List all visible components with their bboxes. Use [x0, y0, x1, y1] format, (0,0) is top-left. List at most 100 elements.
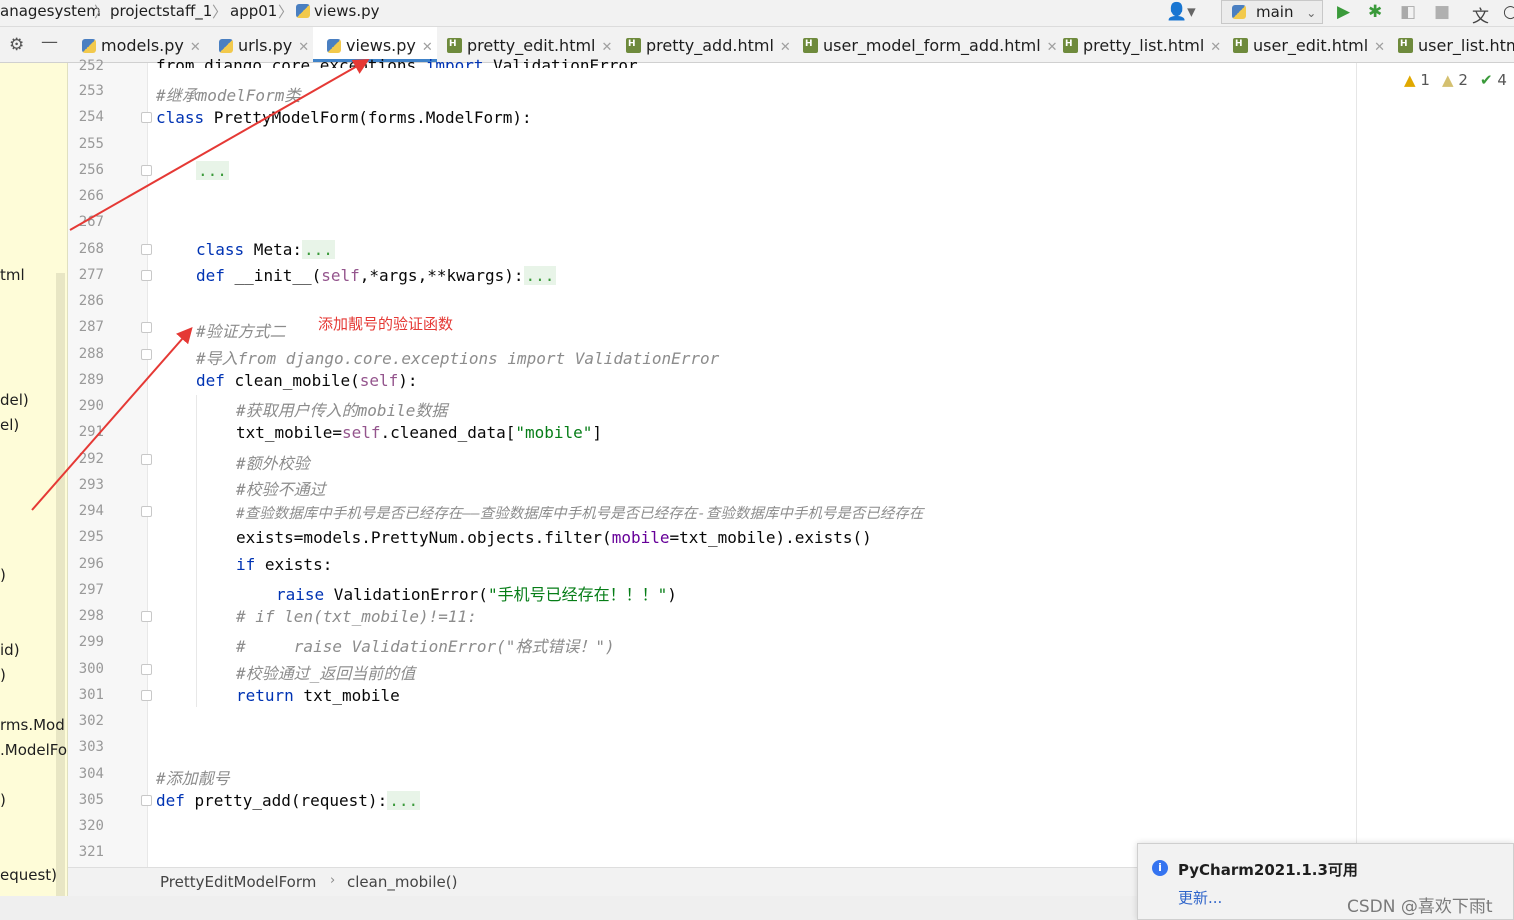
code-line-294[interactable]: #查验数据库中手机号是否已经存在——查验数据库中手机号是否已经存在-查验数据库中… [236, 502, 923, 523]
code-line-268[interactable]: class Meta:... [196, 240, 335, 259]
tab-label: pretty_list.html [1083, 36, 1205, 55]
code-line-291[interactable]: txt_mobile=self.cleaned_data["mobile"] [236, 423, 602, 442]
close-icon[interactable]: ✕ [602, 40, 613, 55]
check-icon: ✔ [1480, 71, 1493, 89]
project-tree-item[interactable]: equest) [0, 866, 57, 884]
code-line-304[interactable]: #添加靓号 [156, 765, 230, 789]
tab-user-list-html[interactable]: user_list.htm [1398, 27, 1514, 62]
run-icon[interactable]: ▶ [1337, 2, 1350, 22]
breadcrumb-app01[interactable]: app01 [230, 2, 277, 20]
breadcrumb-class[interactable]: PrettyEditModelForm [160, 873, 316, 891]
project-tree-item[interactable]: ) [0, 666, 6, 684]
code-line-288[interactable]: #导入from django.core.exceptions import Va… [196, 345, 719, 369]
project-tree-item[interactable]: .ModelFo [0, 741, 67, 759]
breadcrumb-views-py[interactable]: views.py [296, 2, 380, 20]
fold-marker[interactable] [141, 506, 152, 517]
breadcrumb-method[interactable]: clean_mobile() [347, 873, 457, 891]
code-line-277[interactable]: def __init__(self,*args,**kwargs):... [196, 266, 557, 285]
close-icon[interactable]: ✕ [422, 40, 433, 55]
code-line-297[interactable]: raise ValidationError("手机号已经存在！！！") [276, 581, 677, 605]
tab-user-model-form-add-html[interactable]: user_model_form_add.html ✕ [803, 27, 1058, 62]
code-line-295[interactable]: exists=models.PrettyNum.objects.filter(m… [236, 528, 872, 547]
user-icon[interactable]: 👤▾ [1166, 2, 1196, 22]
fold-marker[interactable] [141, 664, 152, 675]
line-number: 252 [78, 58, 104, 74]
fold-marker[interactable] [141, 690, 152, 701]
tab-pretty-add-html[interactable]: pretty_add.html ✕ [626, 27, 791, 62]
fold-marker[interactable] [141, 795, 152, 806]
project-tree-item[interactable]: el) [0, 416, 19, 434]
project-tree-item[interactable]: tml [0, 266, 25, 284]
line-number: 301 [78, 687, 104, 703]
code-line-289[interactable]: def clean_mobile(self): [196, 371, 418, 390]
code-line-298[interactable]: # if len(txt_mobile)!=11: [236, 607, 477, 626]
update-notification[interactable]: i PyCharm2021.1.3可用 更新... CSDN @喜欢下雨t [1137, 843, 1514, 920]
code-line-252[interactable]: from django.core.exceptions import Valid… [156, 56, 638, 68]
fold-marker[interactable] [141, 611, 152, 622]
line-number: 303 [78, 739, 104, 755]
fold-marker[interactable] [141, 454, 152, 465]
coverage-icon[interactable]: ◧ [1400, 2, 1416, 22]
breadcrumb-project[interactable]: anagesystem [0, 2, 101, 20]
line-number: 253 [78, 83, 104, 99]
folded-code: ... [301, 240, 335, 259]
line-number: 292 [78, 451, 104, 467]
tab-pretty-list-html[interactable]: pretty_list.html ✕ [1063, 27, 1221, 62]
breadcrumb-separator: › [330, 873, 336, 888]
project-scrollbar[interactable] [56, 273, 65, 920]
close-icon[interactable]: ✕ [1374, 40, 1385, 55]
project-tree-item[interactable]: rms.Mod [0, 716, 65, 734]
line-number: 288 [78, 346, 104, 362]
close-icon[interactable]: ✕ [298, 40, 309, 55]
project-tree-item[interactable]: ) [0, 566, 6, 584]
translate-icon[interactable]: 文 [1472, 2, 1489, 27]
inspection-ok[interactable]: ✔ 4 [1480, 71, 1507, 89]
project-tree-item[interactable]: ) [0, 791, 6, 809]
debug-icon[interactable]: ✱ [1368, 2, 1382, 22]
fold-marker[interactable] [141, 322, 152, 333]
fold-marker[interactable] [141, 349, 152, 360]
fold-marker[interactable] [141, 165, 152, 176]
update-link[interactable]: 更新... [1178, 887, 1222, 908]
code-line-256[interactable]: ... [196, 161, 229, 180]
line-number: 294 [78, 503, 104, 519]
code-line-287[interactable]: #验证方式二 [196, 318, 286, 342]
gear-icon[interactable]: ⚙ [9, 35, 24, 55]
breadcrumb-projectstaff[interactable]: projectstaff_1 [110, 2, 212, 20]
code-line-254[interactable]: class PrettyModelForm(forms.ModelForm): [156, 108, 532, 127]
code-line-300[interactable]: #校验通过_返回当前的值 [236, 660, 415, 684]
fold-marker[interactable] [141, 244, 152, 255]
html-file-icon [626, 38, 641, 53]
python-file-icon [82, 39, 96, 53]
fold-marker[interactable] [141, 112, 152, 123]
code-line-293[interactable]: #校验不通过 [236, 476, 326, 500]
stop-icon[interactable]: ■ [1434, 2, 1450, 22]
html-file-icon [447, 38, 462, 53]
minimize-icon[interactable]: — [41, 32, 58, 52]
inspection-warnings[interactable]: ▲ 1 [1404, 71, 1430, 89]
tab-label: urls.py [238, 36, 293, 55]
tab-user-edit-html[interactable]: user_edit.html ✕ [1233, 27, 1385, 62]
code-line-305[interactable]: def pretty_add(request):... [156, 791, 421, 810]
close-icon[interactable]: ✕ [780, 40, 791, 55]
search-icon[interactable]: ○ [1503, 2, 1514, 22]
close-icon[interactable]: ✕ [1210, 40, 1221, 55]
html-file-icon [1233, 38, 1248, 53]
annotation-label: 添加靓号的验证函数 [318, 315, 454, 333]
project-tree-item[interactable]: del) [0, 391, 29, 409]
code-line-299[interactable]: # raise ValidationError("格式错误！") [236, 633, 615, 657]
code-line-290[interactable]: #获取用户传入的mobile数据 [236, 397, 447, 421]
tab-label: user_list.htm [1418, 36, 1514, 55]
project-tree-item[interactable]: id) [0, 641, 20, 659]
run-config-selector[interactable]: main ⌄ [1221, 0, 1323, 24]
fold-marker[interactable] [141, 270, 152, 281]
code-line-296[interactable]: if exists: [236, 555, 332, 574]
close-icon[interactable]: ✕ [1047, 40, 1058, 55]
inspection-weak-warnings[interactable]: ▲ 2 [1442, 71, 1468, 89]
code-line-253[interactable]: #继承modelForm类 [156, 82, 300, 106]
line-number: 302 [78, 713, 104, 729]
code-line-292[interactable]: #额外校验 [236, 450, 310, 474]
code-line-301[interactable]: return txt_mobile [236, 686, 400, 705]
close-icon[interactable]: ✕ [190, 40, 201, 55]
weak-warning-icon: ▲ [1442, 71, 1454, 89]
